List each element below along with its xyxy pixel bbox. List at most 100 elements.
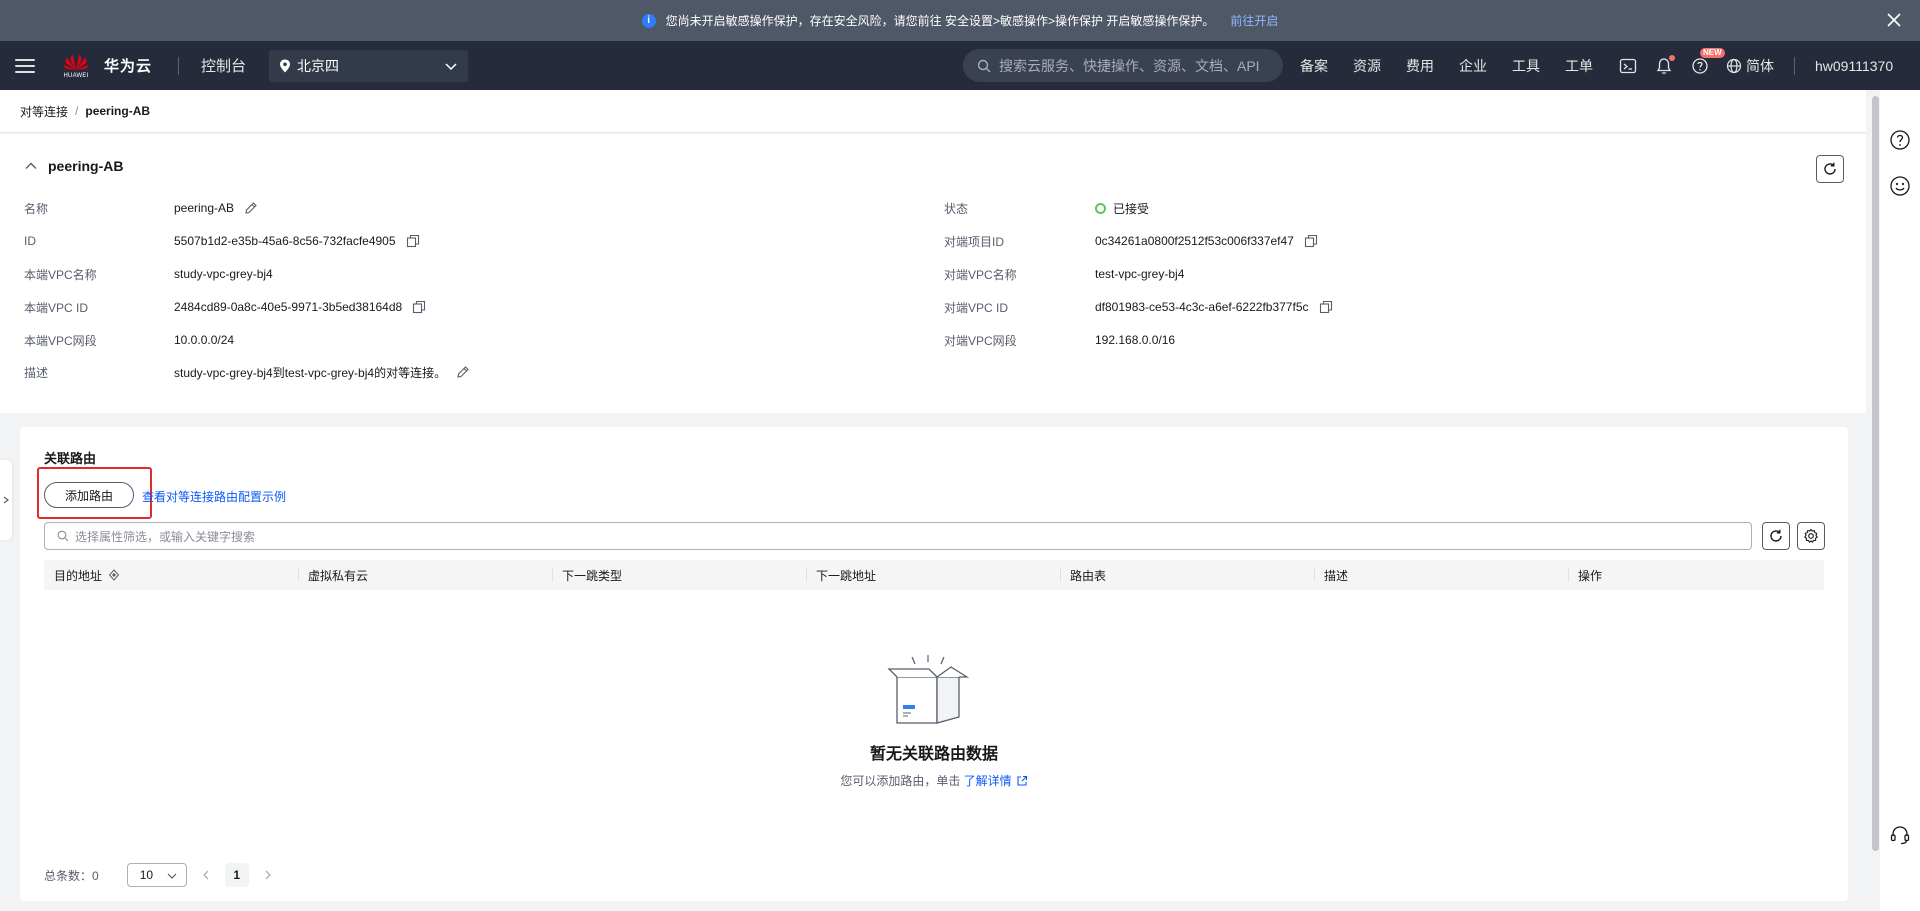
column-next-hop-type: 下一跳类型 [562,568,623,583]
customer-service-icon[interactable] [1889,824,1911,846]
empty-state-hint: 您可以添加路由，单击 了解详情 [20,772,1848,789]
breadcrumb-separator: / [75,104,79,118]
detail-row-name: 名称 peering-AB [24,200,624,216]
column-actions: 操作 [1578,568,1603,583]
column-description: 描述 [1324,568,1349,583]
edit-icon[interactable] [244,201,258,215]
copy-icon[interactable] [1304,234,1318,248]
detail-row-id: ID 5507b1d2-e35b-45a6-8c56-732facfe4905 [24,233,624,249]
detail-peer-vpc-cidr-value: 192.168.0.0/16 [1095,333,1176,347]
logo-text: HUAWEI [63,72,89,79]
user-account[interactable]: hw09111370 [1815,58,1893,74]
globe-icon [1726,58,1742,73]
scrollbar-thumb[interactable] [1872,96,1879,851]
column-settings-button[interactable] [1797,522,1825,550]
routes-table-header: 目的地址 虚拟私有云 下一跳类型 下一跳地址 路由表 描述 操作 [44,560,1824,590]
total-count: 总条数：0 [44,868,99,883]
refresh-icon [1824,162,1836,175]
chevron-right-icon [3,496,9,504]
nav-item-resources[interactable]: 资源 [1353,56,1381,76]
nav-divider-2 [1794,56,1795,75]
column-route-table: 路由表 [1070,568,1107,583]
language-switcher[interactable]: 简体 [1726,56,1774,76]
global-search-input[interactable]: 搜索云服务、快捷操作、资源、文档、API [963,49,1283,82]
huawei-petal-icon [64,54,88,70]
detail-row-peer-vpc-cidr: 对端VPC网段 192.168.0.0/16 [944,333,1176,348]
close-icon[interactable] [1884,10,1904,30]
learn-more-link[interactable]: 了解详情 [964,774,1028,788]
page-number[interactable]: 1 [224,863,249,887]
details-title: peering-AB [48,158,124,174]
column-destination: 目的地址 [54,560,120,590]
nav-item-tools[interactable]: 工具 [1512,56,1540,76]
banner-message: 您尚未开启敏感操作保护，存在安全风险，请您前往 安全设置>敏感操作>操作保护 开… [665,14,1215,28]
huawei-logo[interactable]: HUAWEI 华为云 [62,52,152,80]
chevron-up-icon[interactable] [24,159,38,173]
associated-routes-card: 关联路由 添加路由 查看对等连接路由配置示例 选择属性筛选，或输入关键字搜索 目… [20,427,1848,901]
copy-icon[interactable] [406,234,420,248]
copy-icon[interactable] [1319,300,1333,314]
copy-icon[interactable] [412,300,426,314]
breadcrumb-current: peering-AB [85,104,151,118]
search-icon [57,530,69,542]
detail-name-value: peering-AB [174,201,235,215]
region-selector[interactable]: 北京四 [269,49,469,82]
detail-id-value: 5507b1d2-e35b-45a6-8c56-732facfe4905 [174,234,396,248]
detail-row-local-vpc-id: 本端VPC ID 2484cd89-0a8c-40e5-9971-3b5ed38… [24,299,624,315]
chevron-down-icon [167,873,177,879]
breadcrumb-parent[interactable]: 对等连接 [20,103,68,120]
detail-row-peer-vpc-name: 对端VPC名称 test-vpc-grey-bj4 [944,267,1185,282]
nav-item-tickets[interactable]: 工单 [1565,56,1593,76]
help-icon[interactable]: NEW [1690,47,1725,76]
detail-description-value: study-vpc-grey-bj4到test-vpc-grey-bj4的对等连… [174,365,447,380]
pagination: 总条数：0 10 1 [44,863,281,887]
empty-box-icon [887,655,969,724]
search-placeholder: 搜索云服务、快捷操作、资源、文档、API [999,57,1260,74]
add-route-button[interactable]: 添加路由 [44,482,134,508]
prev-page-icon[interactable] [199,868,213,882]
detail-status-value: 已接受 [1113,201,1150,216]
details-refresh-button[interactable] [1816,155,1844,183]
top-navigation: HUAWEI 华为云 控制台 北京四 搜索云服务、快捷操作、资源、文档、API … [0,41,1920,90]
detail-row-local-vpc-name: 本端VPC名称 study-vpc-grey-bj4 [24,267,273,282]
nav-item-filing[interactable]: 备案 [1300,56,1328,76]
detail-peer-project-id-value: 0c34261a0800f2512f53c006f337ef47 [1095,234,1294,248]
info-icon: i [641,13,656,28]
routes-title: 关联路由 [44,451,97,466]
detail-local-vpc-name-value: study-vpc-grey-bj4 [174,267,273,281]
bell-icon[interactable] [1654,54,1675,76]
page-scrollbar[interactable] [1870,90,1880,911]
next-page-icon[interactable] [261,868,275,882]
help-icon[interactable] [1889,129,1911,151]
route-filter-input[interactable]: 选择属性筛选，或输入关键字搜索 [44,522,1752,550]
details-header: peering-AB [24,158,123,174]
menu-icon[interactable] [14,55,36,77]
detail-peer-vpc-name-value: test-vpc-grey-bj4 [1095,267,1185,281]
detail-row-peer-project-id: 对端项目ID 0c34261a0800f2512f53c006f337ef47 [944,233,1544,249]
peering-details-card: peering-AB 名称 peering-AB ID 5507b1d2-e35… [0,134,1866,413]
right-tool-rail [1880,90,1920,911]
sidebar-expand-tab[interactable] [0,460,12,540]
brand-name: 华为云 [104,58,153,75]
empty-state-title: 暂无关联路由数据 [869,746,998,763]
page-size-select[interactable]: 10 [126,863,187,887]
detail-local-vpc-id-value: 2484cd89-0a8c-40e5-9971-3b5ed38164d8 [174,300,403,314]
detail-peer-vpc-id-value: df801983-ce53-4c3c-a6ef-6222fb377f5c [1095,300,1309,314]
detail-row-local-vpc-cidr: 本端VPC网段 10.0.0.0/24 [24,333,235,348]
feedback-smile-icon[interactable] [1889,175,1911,197]
banner-enable-link[interactable]: 前往开启 [1230,12,1278,29]
new-badge: NEW [1700,47,1725,58]
nav-item-enterprise[interactable]: 企业 [1459,56,1487,76]
location-pin-icon [280,59,291,72]
terminal-icon[interactable] [1618,56,1638,76]
routes-refresh-button[interactable] [1762,522,1790,550]
column-next-hop-address: 下一跳地址 [816,568,877,583]
filter-icon[interactable] [108,569,120,581]
gear-icon [1804,528,1818,544]
edit-icon[interactable] [456,365,470,379]
search-icon [977,59,991,72]
console-link[interactable]: 控制台 [201,55,246,76]
route-example-link[interactable]: 查看对等连接路由配置示例 [142,488,286,505]
notification-dot [1669,54,1675,61]
nav-item-billing[interactable]: 费用 [1406,56,1434,76]
